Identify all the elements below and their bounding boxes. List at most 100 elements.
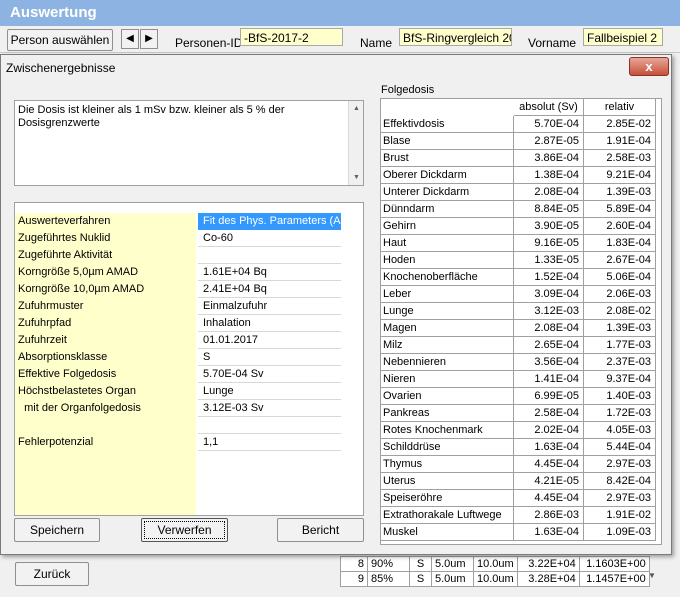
folgedosis-title: Folgedosis [381, 84, 435, 96]
organ-name: Unterer Dickdarm [381, 184, 514, 201]
message-box[interactable]: Die Dosis ist kleiner als 1 mSv bzw. kle… [14, 100, 364, 186]
close-icon[interactable]: x [629, 57, 669, 76]
param-row-nuklid[interactable]: Zugeführtes Nuklid Co-60 [15, 230, 363, 247]
param-value[interactable]: Fit des Phys. Parameters (AMAD) [198, 213, 341, 230]
table-row[interactable]: Gehirn 3.90E-05 2.60E-04 [381, 218, 657, 235]
table-row[interactable]: Knochenoberfläche 1.52E-04 5.06E-04 [381, 269, 657, 286]
table-row[interactable]: Thymus 4.45E-04 2.97E-03 [381, 456, 657, 473]
table-row[interactable]: Extrathorakale Luftwege 2.86E-03 1.91E-02 [381, 507, 657, 524]
organ-name: Dünndarm [381, 201, 514, 218]
column-header-relative[interactable]: relativ [584, 99, 656, 116]
param-row-korngroesse-5[interactable]: Korngröße 5,0µm AMAD 1.61E+04 Bq [15, 264, 363, 281]
param-row-zufuhrmuster[interactable]: Zufuhrmuster Einmalzufuhr [15, 298, 363, 315]
table-row[interactable]: Blase 2.87E-05 1.91E-04 [381, 133, 657, 150]
name-field[interactable]: BfS-Ringvergleich 2017 [399, 28, 512, 46]
param-row-empty[interactable] [15, 417, 363, 434]
discard-button[interactable]: Verwerfen [141, 518, 228, 542]
select-person-button[interactable]: Person auswählen [7, 29, 113, 51]
param-value[interactable]: 5.70E-04 Sv [198, 366, 341, 383]
relative-dose: 9.37E-04 [584, 371, 656, 388]
report-button[interactable]: Bericht [277, 518, 364, 542]
param-value[interactable]: S [198, 349, 341, 366]
param-value[interactable]: 3.12E-03 Sv [198, 400, 341, 417]
absolute-dose: 3.90E-05 [514, 218, 584, 235]
table-row[interactable]: Schilddrüse 1.63E-04 5.44E-04 [381, 439, 657, 456]
param-value[interactable]: Co-60 [198, 230, 341, 247]
param-value[interactable] [198, 247, 341, 264]
organ-name: Blase [381, 133, 514, 150]
param-row-aktivitaet[interactable]: Zugeführte Aktivität [15, 247, 363, 264]
table-row[interactable]: Rotes Knochenmark 2.02E-04 4.05E-03 [381, 422, 657, 439]
table-row[interactable]: Magen 2.08E-04 1.39E-03 [381, 320, 657, 337]
message-text: Die Dosis ist kleiner als 1 mSv bzw. kle… [18, 104, 285, 129]
background-results-table: 8 90% S 5.0um 10.0um 3.22E+04 1.1603E+00… [340, 556, 650, 587]
organ-name: Hoden [381, 252, 514, 269]
table-row[interactable]: Muskel 1.63E-04 1.09E-03 [381, 524, 657, 541]
table-row[interactable]: Brust 3.86E-04 2.58E-03 [381, 150, 657, 167]
scroll-up-icon[interactable]: ▲ [349, 101, 364, 116]
param-row-auswerteverfahren[interactable]: Auswerteverfahren Fit des Phys. Paramete… [15, 213, 363, 230]
organ-name: Brust [381, 150, 514, 167]
table-row[interactable]: Effektivdosis 5.70E-04 2.85E-02 [381, 116, 657, 133]
param-value[interactable]: 2.41E+04 Bq [198, 281, 341, 298]
relative-dose: 8.42E-04 [584, 473, 656, 490]
table-row[interactable]: Ovarien 6.99E-05 1.40E-03 [381, 388, 657, 405]
param-row-effektive-folgedosis[interactable]: Effektive Folgedosis 5.70E-04 Sv [15, 366, 363, 383]
absolute-dose: 2.08E-04 [514, 320, 584, 337]
table-row[interactable]: Speiseröhre 4.45E-04 2.97E-03 [381, 490, 657, 507]
param-value[interactable]: 1.61E+04 Bq [198, 264, 341, 281]
relative-dose: 1.39E-03 [584, 184, 656, 201]
name-label: Name [360, 36, 393, 50]
message-scrollbar[interactable]: ▲ ▼ [348, 101, 363, 185]
table-row[interactable]: Nieren 1.41E-04 9.37E-04 [381, 371, 657, 388]
param-row-hoechstbelastetes-organ[interactable]: Höchstbelastetes Organ Lunge [15, 383, 363, 400]
relative-dose: 1.91E-02 [584, 507, 656, 524]
absolute-dose: 2.08E-04 [514, 184, 584, 201]
person-id-field[interactable]: -BfS-2017-2 [240, 28, 343, 46]
table-row[interactable]: Lunge 3.12E-03 2.08E-02 [381, 303, 657, 320]
param-value[interactable]: Lunge [198, 383, 341, 400]
table-row[interactable]: Haut 9.16E-05 1.83E-04 [381, 235, 657, 252]
param-value[interactable]: Einmalzufuhr [198, 298, 341, 315]
param-row-organfolgedosis[interactable]: mit der Organfolgedosis 3.12E-03 Sv [15, 400, 363, 417]
absolute-dose: 1.33E-05 [514, 252, 584, 269]
absolute-dose: 2.65E-04 [514, 337, 584, 354]
organ-name: Nieren [381, 371, 514, 388]
table-row[interactable]: Dünndarm 8.84E-05 5.89E-04 [381, 201, 657, 218]
table-row[interactable]: Hoden 1.33E-05 2.67E-04 [381, 252, 657, 269]
scroll-down-icon[interactable]: ▼ [648, 571, 656, 580]
table-row[interactable]: 8 90% S 5.0um 10.0um 3.22E+04 1.1603E+00 [340, 556, 650, 572]
table-row[interactable]: Leber 3.09E-04 2.06E-03 [381, 286, 657, 303]
next-record-icon[interactable]: ▶ [140, 29, 158, 49]
previous-record-icon[interactable]: ◀ [121, 29, 139, 49]
param-value[interactable]: 1,1 [198, 434, 341, 451]
param-row-fehlerpotenzial[interactable]: Fehlerpotenzial 1,1 [15, 434, 363, 451]
table-row[interactable]: Milz 2.65E-04 1.77E-03 [381, 337, 657, 354]
organ-name: Uterus [381, 473, 514, 490]
absolute-dose: 3.86E-04 [514, 150, 584, 167]
column-header-absolute[interactable]: absolut (Sv) [514, 99, 584, 116]
param-row-zufuhrzeit[interactable]: Zufuhrzeit 01.01.2017 [15, 332, 363, 349]
table-row[interactable]: Unterer Dickdarm 2.08E-04 1.39E-03 [381, 184, 657, 201]
param-label: Fehlerpotenzial [15, 434, 196, 451]
param-row-absorptionsklasse[interactable]: Absorptionsklasse S [15, 349, 363, 366]
scroll-down-icon[interactable]: ▼ [349, 170, 364, 185]
param-label: Effektive Folgedosis [15, 366, 196, 383]
param-row-korngroesse-10[interactable]: Korngröße 10,0µm AMAD 2.41E+04 Bq [15, 281, 363, 298]
vorname-field[interactable]: Fallbeispiel 2 [583, 28, 663, 46]
back-button[interactable]: Zurück [15, 562, 89, 586]
intermediate-results-dialog: Zwischenergebnisse x Die Dosis ist klein… [0, 54, 672, 555]
param-value[interactable]: 01.01.2017 [198, 332, 341, 349]
table-row[interactable]: Nebennieren 3.56E-04 2.37E-03 [381, 354, 657, 371]
param-value[interactable]: Inhalation [198, 315, 341, 332]
absolute-dose: 2.02E-04 [514, 422, 584, 439]
relative-dose: 5.89E-04 [584, 201, 656, 218]
table-row[interactable]: Uterus 4.21E-05 8.42E-04 [381, 473, 657, 490]
table-row[interactable]: Oberer Dickdarm 1.38E-04 9.21E-04 [381, 167, 657, 184]
table-row[interactable]: 9 85% S 5.0um 10.0um 3.28E+04 1.1457E+00 [340, 571, 650, 587]
table-row[interactable]: Pankreas 2.58E-04 1.72E-03 [381, 405, 657, 422]
param-row-zufuhrpfad[interactable]: Zufuhrpfad Inhalation [15, 315, 363, 332]
save-button[interactable]: Speichern [14, 518, 100, 542]
organ-name: Extrathorakale Luftwege [381, 507, 514, 524]
param-value[interactable] [198, 417, 341, 434]
